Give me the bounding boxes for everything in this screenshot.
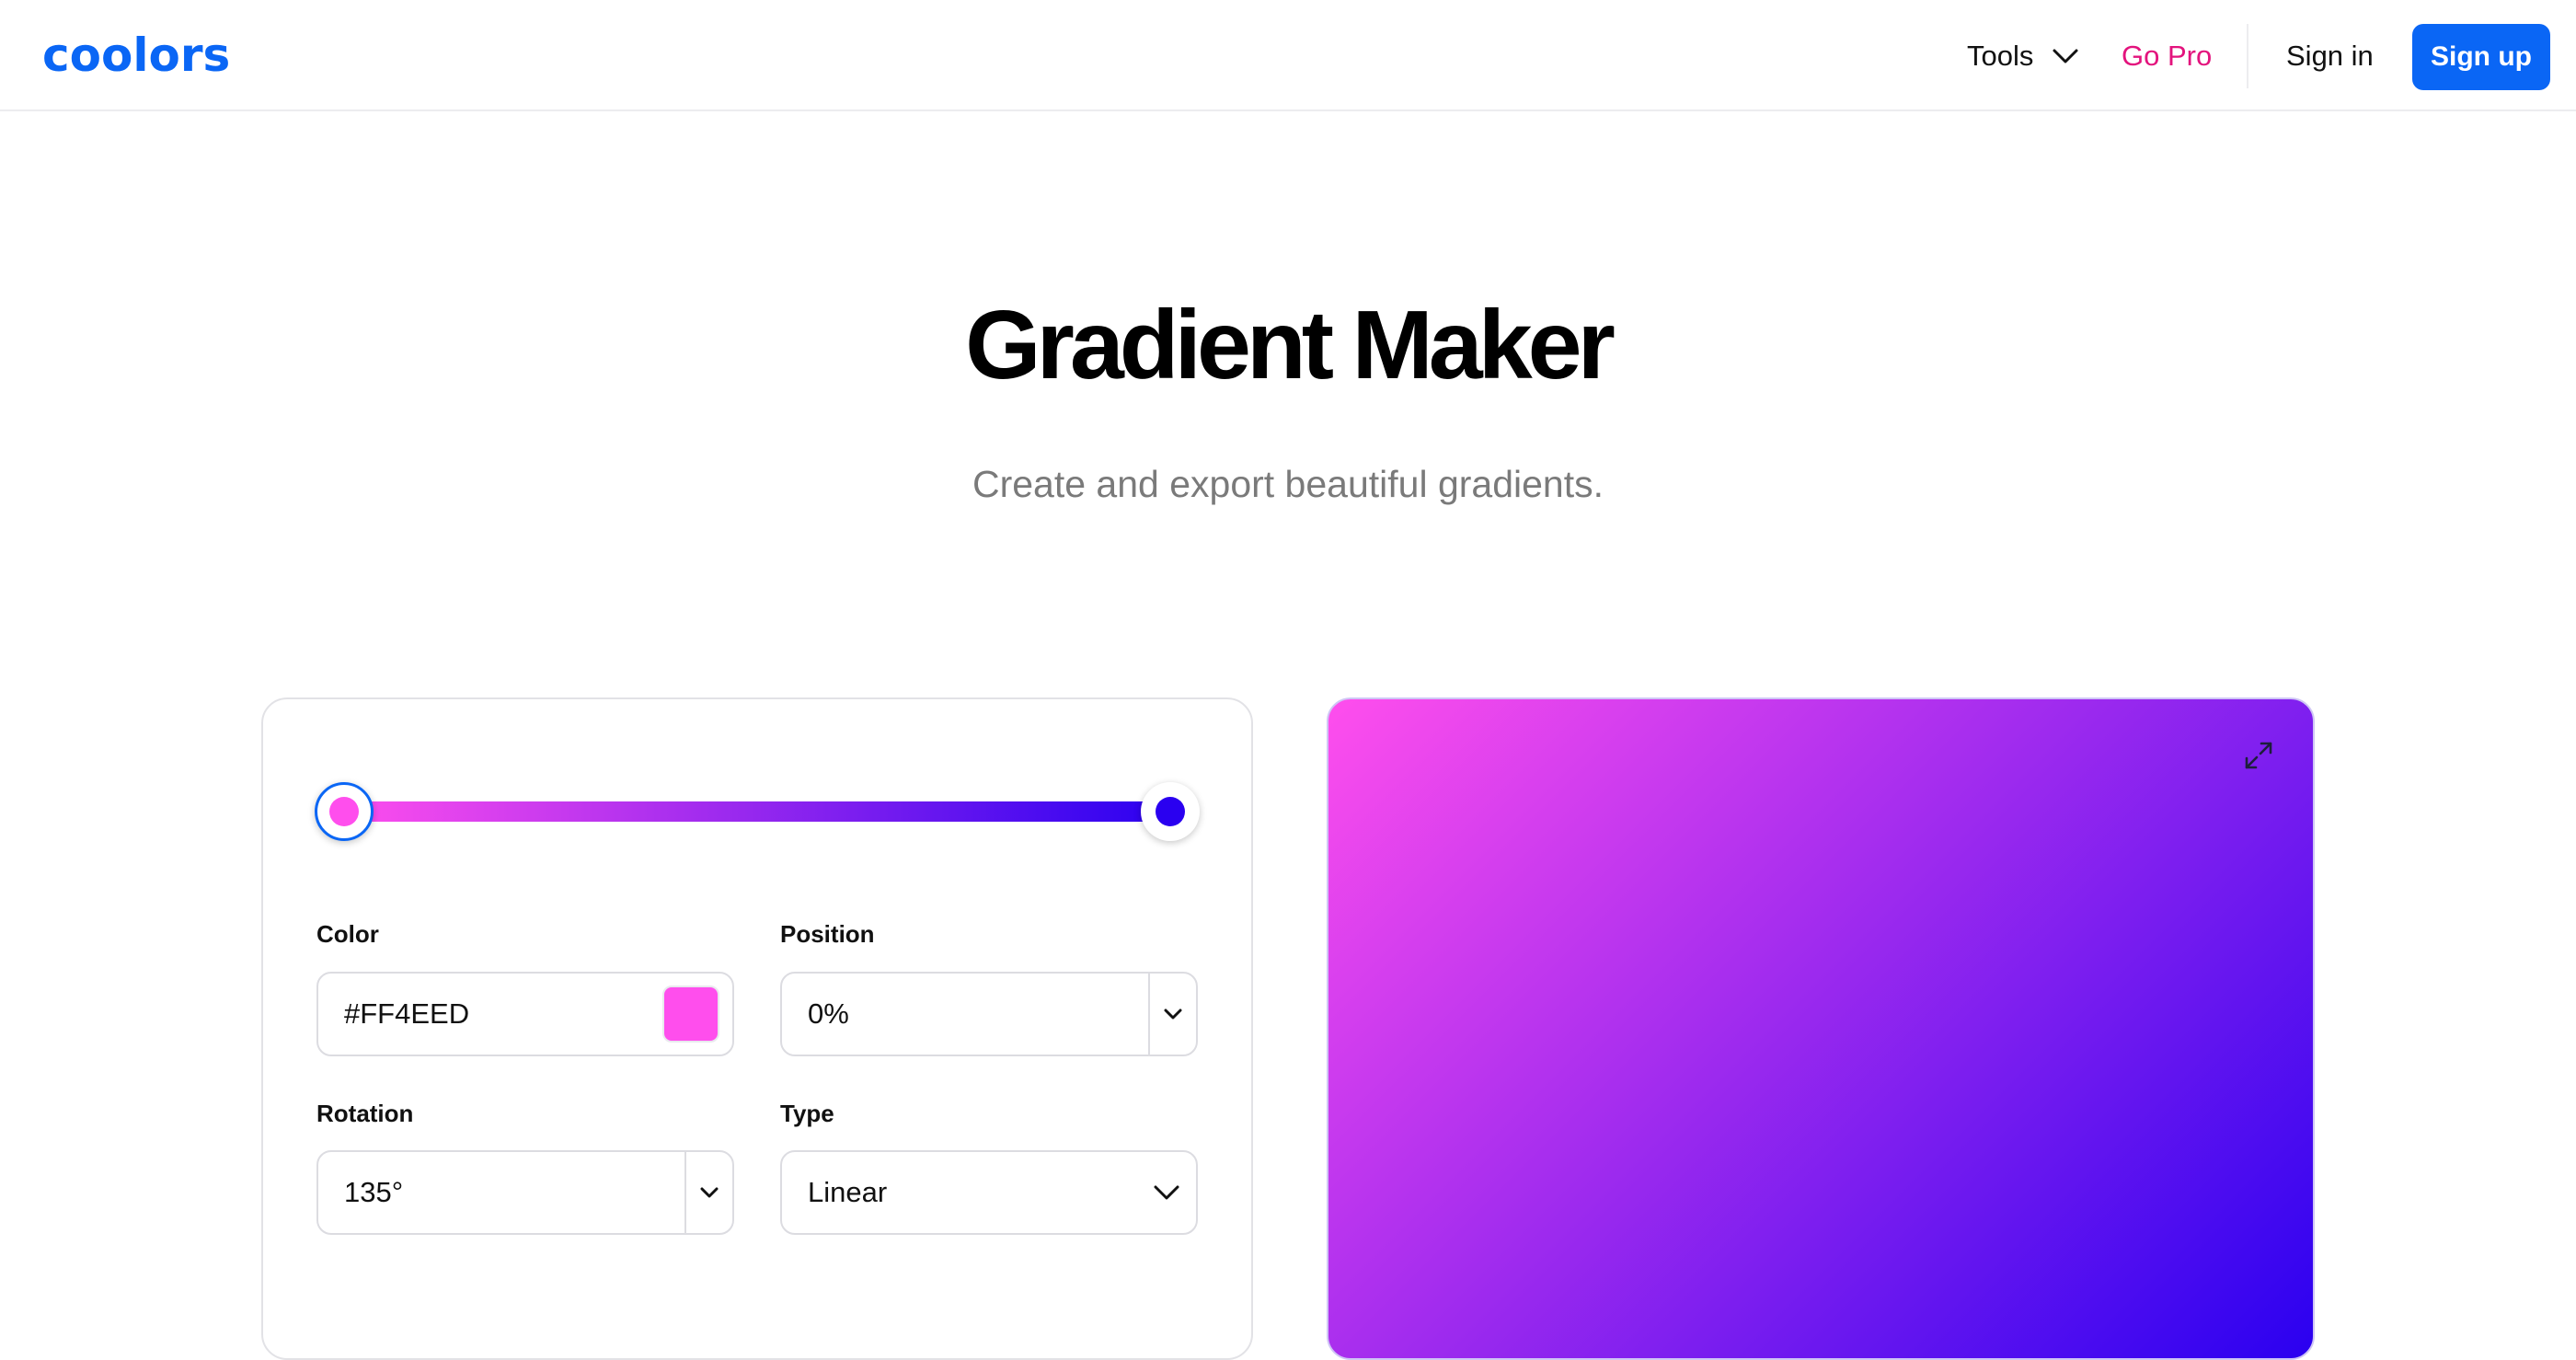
rotation-dropdown-button[interactable] [684,1152,732,1233]
position-label: Position [780,920,875,948]
page-title: Gradient Maker [965,291,1616,399]
sign-up-button[interactable]: Sign up [2412,24,2550,90]
gradient-stop-track[interactable] [342,801,1170,822]
color-label: Color [316,920,379,948]
page-subtitle: Create and export beautiful gradients. [972,463,1604,505]
type-select-chevron[interactable] [1137,1183,1196,1202]
chevron-down-icon [1164,1008,1182,1020]
position-dropdown-button[interactable] [1148,974,1196,1055]
chevron-down-icon [1154,1185,1179,1200]
type-selected-value: Linear [808,1176,888,1208]
position-field[interactable]: 0% [780,972,1198,1056]
rotation-field[interactable]: 135° [316,1150,734,1235]
rotation-input[interactable]: 135° [318,1176,684,1209]
gradient-preview [1327,697,2315,1360]
gradient-stop-handle-end[interactable] [1141,782,1200,841]
expand-icon[interactable] [2241,738,2276,773]
tools-menu-button[interactable]: Tools [1967,33,2079,79]
coolors-logo[interactable]: coolors [42,28,230,83]
type-select[interactable]: Linear [780,1150,1198,1235]
rotation-label: Rotation [316,1100,414,1127]
tools-label: Tools [1967,40,2034,72]
position-input[interactable]: 0% [782,997,1148,1031]
chevron-down-icon [2053,49,2078,63]
go-pro-link[interactable]: Go Pro [2122,33,2212,79]
color-field[interactable]: #FF4EED [316,972,734,1056]
sign-in-link[interactable]: Sign in [2286,33,2374,79]
type-label: Type [780,1100,834,1127]
stop-color-dot [329,797,359,826]
top-navigation-bar: coolors Tools Go Pro Sign in Sign up [0,0,2576,111]
chevron-down-icon [700,1187,719,1198]
stop-color-dot [1156,797,1185,826]
color-hex-input[interactable]: #FF4EED [318,997,662,1031]
color-swatch[interactable] [662,985,719,1043]
gradient-stop-handle-start[interactable] [315,782,374,841]
nav-divider [2247,24,2248,88]
